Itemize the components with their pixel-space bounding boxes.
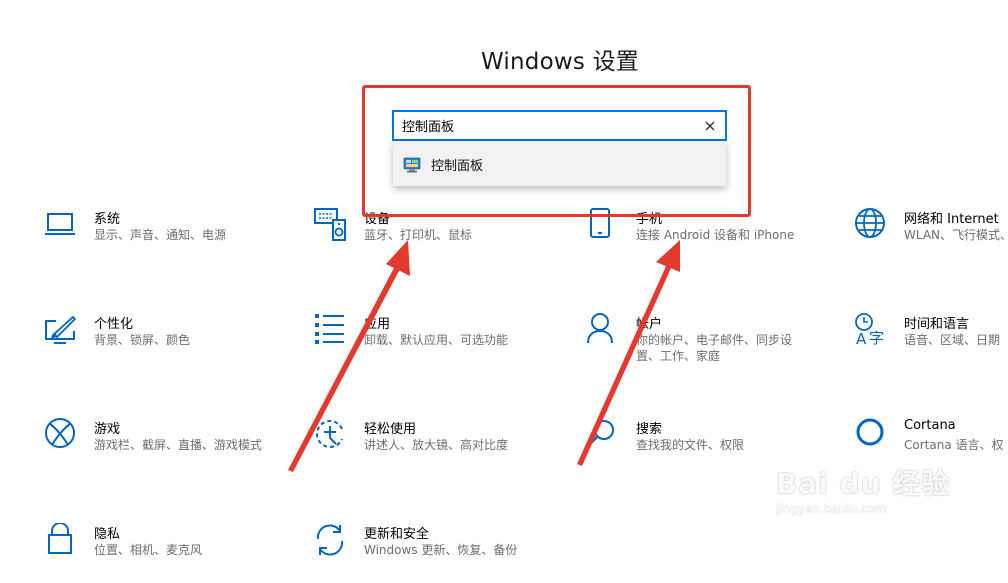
svg-text:A: A (856, 330, 867, 347)
tile-desc: Windows 更新、恢复、备份 (364, 543, 518, 557)
tile-name: Cortana (904, 418, 956, 433)
tile-time-language[interactable]: A 字 时间和语言 语音、区域、日期 (854, 313, 1008, 373)
tile-name: 网络和 Internet (904, 212, 999, 227)
globe-icon (855, 208, 885, 238)
search-suggestions: 控制面板 (393, 141, 726, 186)
clear-icon[interactable] (701, 117, 719, 135)
update-icon (316, 524, 344, 556)
tile-name: 帐户 (636, 317, 663, 332)
watermark-url: jingyan.baidu.com (776, 502, 887, 516)
phone-icon (590, 208, 610, 238)
tile-desc: 讲述人、放大镜、高对比度 (364, 438, 509, 452)
tile-desc: 位置、相机、麦克风 (94, 543, 203, 557)
tile-apps[interactable]: 应用 卸载、默认应用、可选功能 (314, 313, 554, 373)
tile-name: 应用 (364, 317, 391, 332)
tile-desc: 连接 Android 设备和 iPhone (636, 228, 795, 242)
tile-desc: Cortana 语言、权 (904, 438, 1004, 452)
time-language-icon: A 字 (855, 313, 884, 347)
tile-desc-2: 置、工作、家庭 (636, 349, 721, 363)
tile-name: 个性化 (94, 317, 134, 332)
cortana-icon (856, 418, 884, 446)
tile-cortana[interactable]: Cortana Cortana 语言、权 (854, 418, 1008, 478)
tile-system[interactable]: 系统 显示、声音、通知、电源 (44, 208, 284, 268)
tile-desc: 你的帐户、电子邮件、同步设 (636, 333, 793, 347)
search-icon (587, 420, 614, 447)
ease-of-access-icon (316, 420, 343, 448)
tile-name: 手机 (636, 212, 663, 227)
app-list-icon (315, 314, 344, 344)
keyboard-speaker-icon (314, 208, 346, 241)
tile-phone[interactable]: 手机 连接 Android 设备和 iPhone (586, 208, 826, 268)
tile-gaming[interactable]: 游戏 游戏栏、截屏、直播、游戏模式 (44, 418, 284, 478)
paint-monitor-icon (45, 315, 77, 344)
svg-text:字: 字 (869, 329, 884, 347)
tile-name: 时间和语言 (904, 317, 970, 332)
lock-icon (48, 523, 72, 554)
tile-name: 更新和安全 (364, 527, 430, 542)
tile-desc: 卸载、默认应用、可选功能 (364, 333, 509, 347)
tile-name: 游戏 (94, 422, 121, 437)
tile-name: 搜索 (636, 422, 663, 437)
tile-desc: 查找我的文件、权限 (636, 438, 745, 452)
tile-desc: 游戏栏、截屏、直播、游戏模式 (94, 438, 263, 452)
xbox-icon (45, 418, 75, 448)
tile-update-security[interactable]: 更新和安全 Windows 更新、恢复、备份 (314, 523, 554, 583)
search-box[interactable] (392, 110, 727, 141)
tile-name: 轻松使用 (364, 422, 417, 437)
tile-desc: 蓝牙、打印机、鼠标 (364, 228, 473, 242)
tile-ease-of-access[interactable]: 轻松使用 讲述人、放大镜、高对比度 (314, 418, 554, 478)
page-title: Windows 设置 (481, 49, 639, 75)
tile-network[interactable]: 网络和 Internet WLAN、飞行模式、 (854, 208, 1008, 268)
person-icon (587, 313, 613, 344)
tile-search[interactable]: 搜索 查找我的文件、权限 (586, 418, 826, 478)
tile-desc: WLAN、飞行模式、 (904, 228, 1008, 242)
control-panel-icon (403, 157, 421, 173)
tile-accounts[interactable]: 帐户 你的帐户、电子邮件、同步设 置、工作、家庭 (586, 313, 826, 373)
tile-desc: 语音、区域、日期 (904, 333, 1001, 347)
tile-name: 设备 (364, 212, 391, 227)
tile-devices[interactable]: 设备 蓝牙、打印机、鼠标 (314, 208, 554, 268)
tile-desc: 显示、声音、通知、电源 (94, 228, 227, 242)
tile-desc: 背景、锁屏、颜色 (94, 333, 191, 347)
tile-personalization[interactable]: 个性化 背景、锁屏、颜色 (44, 313, 284, 373)
suggestion-control-panel[interactable]: 控制面板 (393, 141, 726, 186)
tile-name: 隐私 (94, 527, 121, 542)
search-input[interactable] (402, 112, 692, 139)
suggestion-label: 控制面板 (431, 159, 484, 174)
laptop-icon (45, 213, 75, 235)
tile-name: 系统 (94, 212, 121, 227)
tile-privacy[interactable]: 隐私 位置、相机、麦克风 (44, 523, 284, 583)
